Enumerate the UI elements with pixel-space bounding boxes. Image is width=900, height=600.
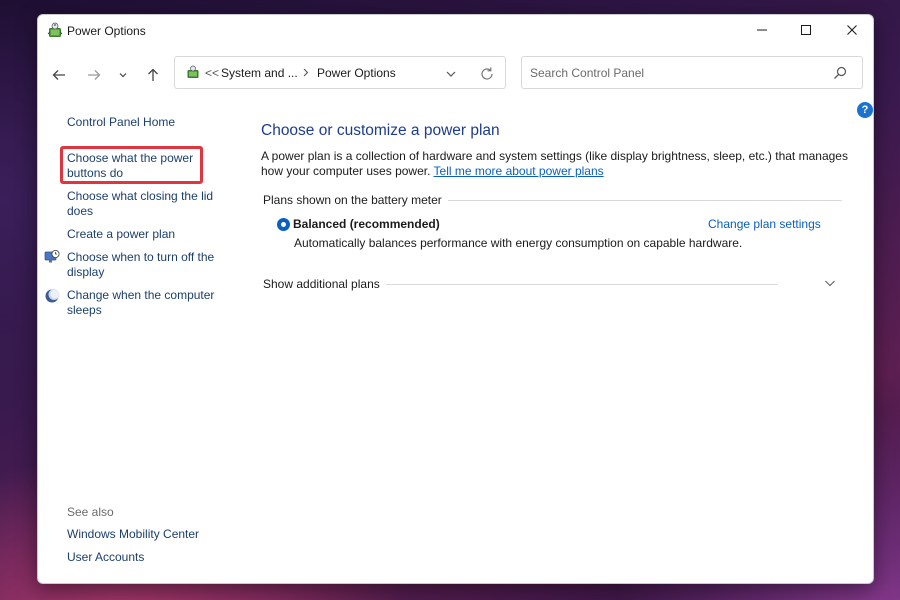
plan-description: Automatically balances performance with … [294,236,743,250]
sidebar-link-computer-sleeps[interactable]: Change when the computer sleeps [67,288,214,318]
minimize-icon [757,29,767,31]
window-title: Power Options [67,24,146,38]
sidebar-link-power-buttons[interactable]: Choose what the power buttons do [67,151,193,181]
arrow-left-icon [52,70,65,80]
search-input[interactable] [530,65,820,81]
chevron-down-icon [119,73,127,78]
show-additional-plans-label[interactable]: Show additional plans [263,277,380,291]
recent-locations-button[interactable] [113,63,133,87]
see-also-link-label: User Accounts [67,550,145,564]
plans-section-header: Plans shown on the battery meter [263,193,842,207]
power-options-app-icon [47,22,63,37]
page-title: Choose or customize a power plan [261,122,500,139]
page-description: A power plan is a collection of hardware… [261,149,861,179]
search-box[interactable] [521,56,863,89]
address-overflow[interactable]: << [205,66,219,80]
sidebar-link-label: does [67,204,94,218]
sidebar-link-create-plan[interactable]: Create a power plan [67,227,175,242]
close-button[interactable] [829,15,873,45]
expand-chevron-icon[interactable] [823,276,837,290]
arrow-right-icon [88,70,101,80]
monitor-clock-icon [44,250,60,263]
control-panel-home-label: Control Panel Home [67,115,176,129]
power-options-location-icon [187,65,199,78]
sidebar-link-label: display [67,265,105,279]
sidebar-link-label: sleeps [67,303,102,317]
up-button[interactable] [141,63,165,87]
see-also-heading: See also [67,505,114,519]
see-also-link-label: Windows Mobility Center [67,527,200,541]
user-accounts-link[interactable]: User Accounts [67,550,144,565]
balanced-plan-radio[interactable] [277,218,290,231]
breadcrumb-chevron-icon[interactable] [302,65,310,82]
sidebar-link-label: Choose when to turn off the [67,250,215,264]
sidebar-link-label: Change when the computer [67,288,215,302]
address-bar[interactable]: << System and ... Power Options [174,56,506,89]
address-segment-system[interactable]: System and ... [221,66,298,80]
forward-button[interactable] [82,63,106,87]
sidebar-link-turn-off-display[interactable]: Choose when to turn off the display [67,250,214,280]
power-options-window: Power Options << System and ... Power Op… [37,14,874,584]
title-bar[interactable]: Power Options [38,15,873,47]
sidebar-link-label: Choose what closing the lid [67,189,214,203]
change-plan-settings-link[interactable]: Change plan settings [708,217,821,231]
close-icon [847,25,857,35]
moon-sleep-icon [45,289,60,303]
refresh-icon[interactable] [477,64,497,84]
minimize-button[interactable] [739,15,785,45]
sidebar-link-closing-lid[interactable]: Choose what closing the lid does [67,189,213,219]
section-divider [385,283,778,285]
plan-name[interactable]: Balanced (recommended) [293,217,440,231]
sidebar-link-label: Create a power plan [67,227,176,241]
maximize-button[interactable] [783,15,829,45]
plans-section-label: Plans shown on the battery meter [263,193,442,207]
address-segment-power-options[interactable]: Power Options [317,66,396,80]
address-dropdown-chevron-icon[interactable] [443,66,459,82]
additional-plans-header[interactable]: Show additional plans [263,277,778,291]
sidebar-link-label: Choose what the power [67,151,194,165]
maximize-icon [801,25,811,35]
windows-mobility-center-link[interactable]: Windows Mobility Center [67,527,199,542]
sidebar-link-label: buttons do [67,166,124,180]
control-panel-home-link[interactable]: Control Panel Home [67,115,175,130]
radio-selected-dot [281,222,286,227]
arrow-up-icon [148,68,158,81]
help-icon[interactable]: ? [857,102,873,118]
back-button[interactable] [47,63,71,87]
power-plans-help-link[interactable]: Tell me more about power plans [434,164,604,178]
section-divider [447,199,842,201]
search-icon[interactable] [832,65,848,81]
